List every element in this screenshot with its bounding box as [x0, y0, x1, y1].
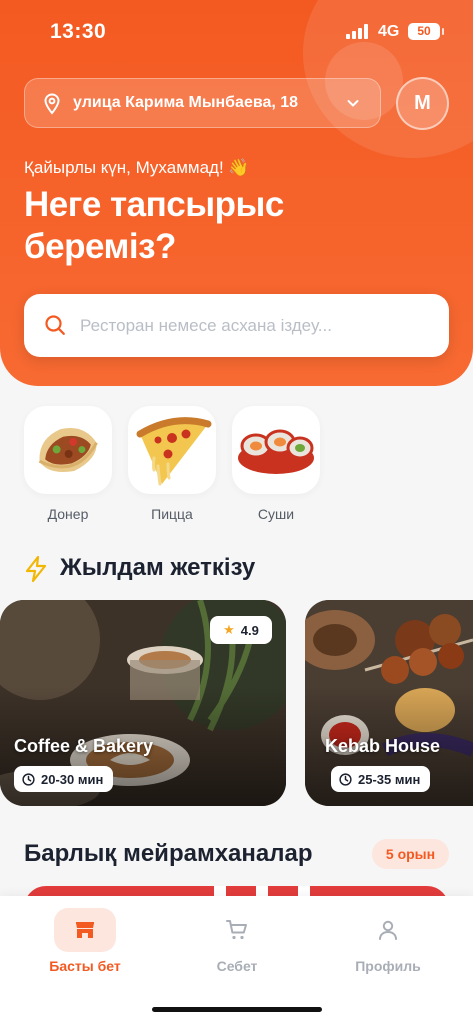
avatar[interactable]: M — [396, 77, 449, 130]
category-label: Суши — [257, 506, 295, 522]
category-sushi[interactable]: Суши — [232, 406, 320, 522]
rating-value: 4.9 — [240, 622, 259, 638]
restaurant-card-kebab-house[interactable]: Kebab House 25-35 мин — [305, 600, 473, 806]
delivery-time-badge: 25-35 мин — [331, 766, 431, 792]
delivery-time: 20-30 мин — [41, 771, 104, 787]
battery-icon: 50 — [408, 23, 444, 40]
cart-icon — [206, 908, 268, 952]
location-pin-icon — [44, 93, 60, 115]
status-bar: 13:30 4G 50 — [0, 0, 473, 62]
restaurant-name: Kebab House — [325, 736, 441, 756]
battery-level: 50 — [417, 24, 431, 38]
nav-home[interactable]: Басты бет — [30, 908, 140, 974]
network-label: 4G — [378, 23, 400, 40]
star-icon: ★ — [223, 622, 235, 637]
category-pizza[interactable]: Пицца — [128, 406, 216, 522]
user-icon — [357, 908, 419, 952]
home-indicator — [152, 1007, 322, 1012]
doner-image — [24, 406, 112, 494]
restaurant-count-badge: 5 орын — [372, 839, 449, 869]
clock-icon — [22, 772, 35, 786]
nav-profile[interactable]: Профиль — [333, 908, 443, 974]
sushi-image — [232, 406, 320, 494]
header: 13:30 4G 50 улица Карима Мынбаева, 18 M … — [0, 0, 473, 386]
restaurant-name: Coffee & Bakery — [14, 736, 154, 756]
search-input[interactable] — [80, 311, 430, 341]
chevron-down-icon — [347, 100, 359, 107]
search-icon — [45, 315, 65, 335]
section-title-all-restaurants: Барлық мейрамханалар — [24, 840, 313, 867]
section-title-fast-delivery: Жылдам жеткізу — [60, 554, 256, 581]
signal-icon — [346, 24, 370, 39]
status-time: 13:30 — [50, 20, 107, 43]
pizza-image — [128, 406, 216, 494]
nav-label: Басты бет — [49, 958, 121, 974]
address-selector[interactable]: улица Карима Мынбаева, 18 — [24, 78, 381, 128]
category-label: Пицца — [151, 506, 193, 522]
app-screen: 13:30 4G 50 улица Карима Мынбаева, 18 M … — [0, 0, 473, 1024]
address-text: улица Карима Мынбаева, 18 — [73, 94, 299, 111]
delivery-time: 25-35 мин — [358, 771, 421, 787]
lightning-icon — [25, 555, 47, 583]
rating-badge: ★ 4.9 — [210, 616, 272, 644]
delivery-time-badge: 20-30 мин — [14, 766, 114, 792]
store-icon — [54, 908, 116, 952]
page-title: Неге тапсырыс береміз? — [24, 185, 284, 266]
category-label: Донер — [47, 506, 89, 522]
clock-icon — [339, 772, 352, 786]
category-doner[interactable]: Донер — [24, 406, 112, 522]
bottom-nav: Басты бет Себет Профиль — [0, 896, 473, 1024]
nav-label: Профиль — [355, 958, 421, 974]
nav-cart[interactable]: Себет — [182, 908, 292, 974]
nav-label: Себет — [216, 958, 258, 974]
search-bar[interactable] — [24, 294, 449, 357]
greeting-text: Қайырлы күн, Мухаммад! 👋 — [24, 158, 250, 177]
